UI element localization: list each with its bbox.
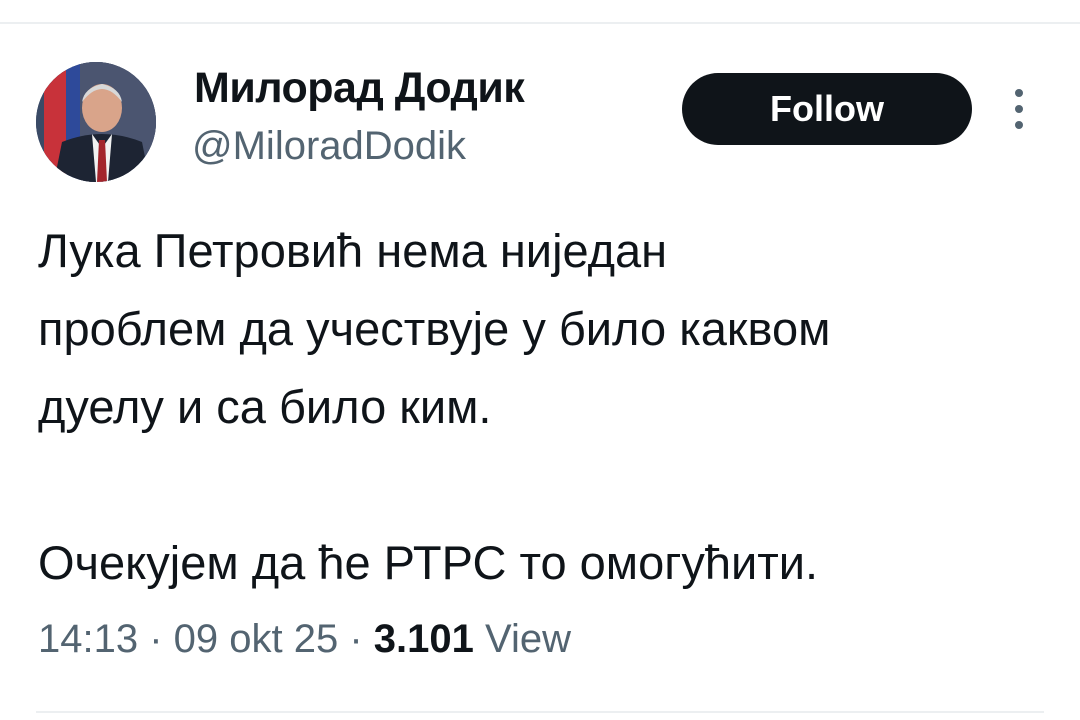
tweet-text: Лука Петровић нема ниједан проблем да уч… [38, 212, 1048, 602]
author-display-name[interactable]: Милорад Додик [194, 64, 525, 113]
tweet-text-paragraph-2: Очекујем да ће РТРС то омогућити. [38, 536, 819, 589]
avatar[interactable] [36, 62, 156, 182]
tweet-text-line: дуелу и са било ким. [38, 380, 492, 433]
bottom-divider [36, 711, 1044, 713]
tweet-card: Милорад Додик @MiloradDodik Follow Лука … [0, 0, 1080, 720]
tweet-text-line: проблем да учествује у било каквом [38, 302, 831, 355]
meta-separator: · [138, 617, 174, 661]
author-handle[interactable]: @MiloradDodik [192, 124, 466, 169]
tweet-time[interactable]: 14:13 [38, 617, 138, 661]
three-dots-vertical-icon [1015, 89, 1023, 129]
more-options-button[interactable] [1004, 86, 1034, 132]
tweet-date[interactable]: 09 okt 25 [174, 617, 339, 661]
top-divider [0, 22, 1080, 24]
views-count[interactable]: 3.101 [374, 617, 474, 661]
meta-separator: · [338, 617, 374, 661]
views-label[interactable]: View [485, 617, 571, 661]
follow-button[interactable]: Follow [682, 73, 972, 145]
tweet-text-line: Лука Петровић нема ниједан [38, 224, 668, 277]
tweet-meta: 14:13 · 09 okt 25 · 3.101 View [38, 617, 571, 662]
